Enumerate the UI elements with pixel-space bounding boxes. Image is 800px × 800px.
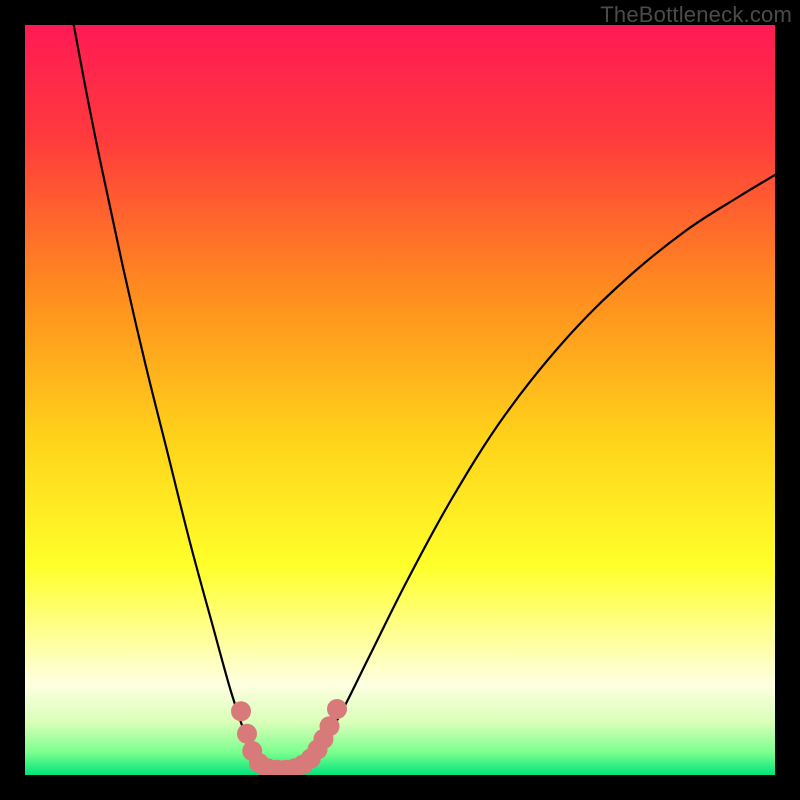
chart-frame: TheBottleneck.com: [0, 0, 800, 800]
highlight-dot: [327, 699, 347, 719]
highlight-dot: [320, 716, 340, 736]
chart-background: [25, 25, 775, 775]
chart-svg: [25, 25, 775, 775]
highlight-dot: [237, 724, 257, 744]
plot-area: [25, 25, 775, 775]
highlight-dot: [231, 701, 251, 721]
